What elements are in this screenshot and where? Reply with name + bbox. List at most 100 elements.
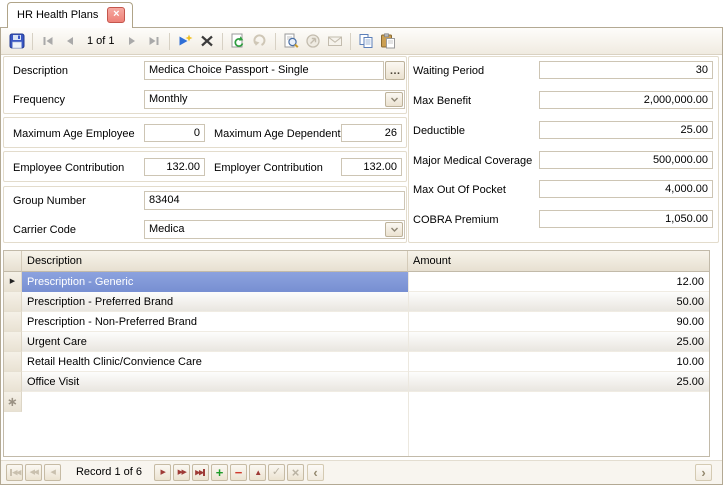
description-ellipsis-button[interactable]: …: [385, 61, 405, 80]
grid-header-row: Description Amount: [4, 251, 709, 272]
check-icon: ✓: [272, 467, 281, 478]
carrier-code-label: Carrier Code: [13, 221, 76, 239]
hscroll-left-button[interactable]: ‹: [307, 464, 324, 481]
column-header-amount[interactable]: Amount: [408, 251, 709, 272]
toolbar-separator: [350, 33, 351, 50]
cell-description[interactable]: Retail Health Clinic/Convience Care: [22, 352, 408, 372]
hr-health-plans-window: HR Health Plans × 1 of 1: [0, 0, 723, 486]
benefits-panel: Waiting Period 30 Max Benefit 2,000,000.…: [408, 56, 719, 243]
cell-amount[interactable]: 10.00: [408, 352, 709, 372]
print-preview-button[interactable]: [280, 30, 302, 52]
paste-button[interactable]: [377, 30, 399, 52]
cell-amount[interactable]: 12.00: [408, 272, 709, 292]
table-row[interactable]: Urgent Care 25.00: [4, 332, 709, 352]
refresh-icon: [230, 33, 246, 49]
cell-description[interactable]: [22, 392, 408, 412]
tab-close-button[interactable]: ×: [107, 7, 125, 23]
new-record-icon: [177, 33, 193, 49]
last-record-button[interactable]: [143, 30, 165, 52]
copy-icon: [358, 33, 374, 49]
nav-delete-button[interactable]: −: [230, 464, 247, 481]
hscroll-right-button[interactable]: ›: [695, 464, 712, 481]
plus-icon: +: [216, 466, 224, 479]
first-record-icon: ◀◀: [9, 469, 20, 476]
cell-description[interactable]: Office Visit: [22, 372, 408, 392]
frequency-combobox[interactable]: Monthly: [144, 90, 405, 109]
delete-record-button[interactable]: [196, 30, 218, 52]
tab-hr-health-plans[interactable]: HR Health Plans ×: [7, 2, 133, 28]
nav-first-button[interactable]: ◀◀: [6, 464, 23, 481]
cell-amount[interactable]: 25.00: [408, 332, 709, 352]
nav-prev-button[interactable]: ◀: [44, 464, 61, 481]
nav-add-button[interactable]: +: [211, 464, 228, 481]
nav-cancel-edit-button[interactable]: ×: [287, 464, 304, 481]
email-button[interactable]: [324, 30, 346, 52]
previous-record-button[interactable]: [59, 30, 81, 52]
toolbar-separator: [32, 33, 33, 50]
waiting-period-input[interactable]: 30: [539, 61, 713, 79]
carrier-panel: Group Number 83404 Carrier Code Medica: [3, 186, 407, 243]
toolbar-separator: [275, 33, 276, 50]
max-out-of-pocket-input[interactable]: 4,000.00: [539, 180, 713, 198]
cobra-premium-label: COBRA Premium: [413, 211, 499, 229]
max-age-dependent-input[interactable]: 26: [341, 124, 402, 142]
toolbar-separator: [222, 33, 223, 50]
new-record-button[interactable]: [174, 30, 196, 52]
cell-description[interactable]: Prescription - Preferred Brand: [22, 292, 408, 312]
cell-amount[interactable]: [408, 392, 709, 412]
frequency-dropdown-button[interactable]: [385, 92, 403, 107]
record-navigator: ◀◀ ◀◀ ◀ Record 1 of 6 ▶ ▶▶ ▶▶ + − ▲ ✓ × …: [1, 460, 722, 484]
copy-button[interactable]: [355, 30, 377, 52]
email-icon: [327, 33, 343, 49]
cell-amount[interactable]: 25.00: [408, 372, 709, 392]
chevron-down-icon: [390, 224, 399, 236]
table-row[interactable]: Office Visit 25.00: [4, 372, 709, 392]
group-number-input[interactable]: 83404: [144, 191, 405, 210]
carrier-code-dropdown-button[interactable]: [385, 222, 403, 237]
table-row[interactable]: Prescription - Preferred Brand 50.00: [4, 292, 709, 312]
undo-button[interactable]: [249, 30, 271, 52]
cell-amount[interactable]: 90.00: [408, 312, 709, 332]
tab-title: HR Health Plans: [17, 9, 98, 21]
cancel-x-icon: ×: [292, 466, 300, 479]
paste-icon: [380, 33, 396, 49]
new-row[interactable]: ∗: [4, 392, 709, 412]
next-page-icon: ▶▶: [178, 469, 186, 476]
nav-prev-page-button[interactable]: ◀◀: [25, 464, 42, 481]
cell-description[interactable]: Urgent Care: [22, 332, 408, 352]
cell-amount[interactable]: 50.00: [408, 292, 709, 312]
next-record-button[interactable]: [121, 30, 143, 52]
refresh-button[interactable]: [227, 30, 249, 52]
max-age-employee-input[interactable]: 0: [144, 124, 205, 142]
process-button[interactable]: [302, 30, 324, 52]
column-header-description[interactable]: Description: [22, 251, 408, 272]
table-row[interactable]: Prescription - Non-Preferred Brand 90.00: [4, 312, 709, 332]
deductible-input[interactable]: 25.00: [539, 121, 713, 139]
nav-end-edit-button[interactable]: ✓: [268, 464, 285, 481]
current-row-arrow-icon: ▶: [10, 278, 15, 285]
max-benefit-input[interactable]: 2,000,000.00: [539, 91, 713, 109]
close-icon: ×: [113, 9, 119, 20]
carrier-code-combobox[interactable]: Medica: [144, 220, 405, 239]
row-indicator: [4, 332, 22, 352]
row-indicator: [4, 292, 22, 312]
chevron-right-icon: ›: [701, 466, 705, 479]
nav-next-page-button[interactable]: ▶▶: [173, 464, 190, 481]
employer-contribution-input[interactable]: 132.00: [341, 158, 402, 176]
major-medical-coverage-input[interactable]: 500,000.00: [539, 151, 713, 169]
cell-description[interactable]: Prescription - Generic: [22, 272, 408, 292]
description-input[interactable]: Medica Choice Passport - Single: [144, 61, 384, 80]
nav-next-button[interactable]: ▶: [154, 464, 171, 481]
first-record-button[interactable]: [37, 30, 59, 52]
nav-last-button[interactable]: ▶▶: [192, 464, 209, 481]
table-row[interactable]: ▶ Prescription - Generic 12.00: [4, 272, 709, 292]
save-button[interactable]: [6, 30, 28, 52]
cell-description[interactable]: Prescription - Non-Preferred Brand: [22, 312, 408, 332]
frequency-label: Frequency: [13, 91, 65, 109]
employee-contribution-input[interactable]: 132.00: [144, 158, 205, 176]
table-row[interactable]: Retail Health Clinic/Convience Care 10.0…: [4, 352, 709, 372]
nav-edit-button[interactable]: ▲: [249, 464, 266, 481]
row-indicator: [4, 312, 22, 332]
deductible-label: Deductible: [413, 122, 465, 140]
cobra-premium-input[interactable]: 1,050.00: [539, 210, 713, 228]
